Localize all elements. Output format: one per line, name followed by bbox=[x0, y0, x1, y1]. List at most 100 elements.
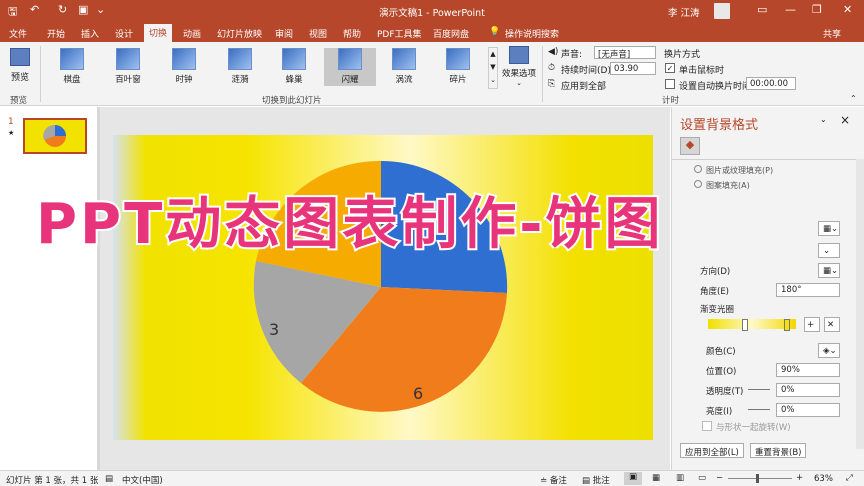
notes-button[interactable]: ≐ 备注 bbox=[540, 474, 567, 486]
direction-button[interactable]: ▦⌄ bbox=[818, 263, 840, 278]
tab-file[interactable]: 文件 bbox=[4, 25, 32, 42]
transparency-input[interactable]: 0% bbox=[776, 383, 840, 397]
angle-label: 角度(E) bbox=[700, 287, 730, 297]
status-bar: 幻灯片 第 1 张，共 1 张 ▤ 中文(中国) ≐ 备注 ▤ 批注 ▣ ▦ ▥… bbox=[0, 470, 864, 486]
divider bbox=[672, 159, 856, 160]
normal-view-icon[interactable]: ▣ bbox=[624, 472, 642, 485]
collapse-ribbon-icon[interactable]: ⌃ bbox=[850, 94, 857, 103]
slide-thumbnail[interactable] bbox=[23, 118, 87, 154]
duration-input[interactable]: 03.90 bbox=[610, 62, 656, 75]
tab-design[interactable]: 设计 bbox=[110, 25, 138, 42]
color-picker-button[interactable]: ◈⌄ bbox=[818, 343, 840, 358]
minimize-icon[interactable]: — bbox=[785, 3, 796, 16]
type-dropdown[interactable]: ⌄ bbox=[818, 243, 840, 258]
transition-ripple[interactable]: 涟漪 bbox=[216, 48, 264, 86]
preset-gradient-button[interactable]: ▦⌄ bbox=[818, 221, 840, 236]
share-button[interactable]: 共享 bbox=[818, 25, 846, 42]
angle-input[interactable]: 180° bbox=[776, 283, 840, 297]
fit-slide-icon[interactable]: ⤢ bbox=[846, 473, 853, 483]
transition-shred[interactable]: 碎片 bbox=[434, 48, 482, 86]
effect-options-button[interactable]: 效果选项 ⌄ bbox=[500, 46, 538, 87]
on-click-checkbox[interactable]: ✓ bbox=[665, 63, 675, 73]
color-label: 颜色(C) bbox=[706, 347, 736, 357]
transition-checkerboard[interactable]: 棋盘 bbox=[48, 48, 96, 86]
thumbnail-pane: 1 ★ bbox=[0, 107, 100, 470]
position-input[interactable]: 90% bbox=[776, 363, 840, 377]
add-stop-icon[interactable]: + bbox=[804, 317, 820, 332]
tab-animations[interactable]: 动画 bbox=[178, 25, 206, 42]
slide-sorter-icon[interactable]: ▦ bbox=[652, 473, 660, 483]
fill-category-icon[interactable]: ◆ bbox=[680, 137, 700, 155]
transition-glitter[interactable]: 闪耀 bbox=[324, 48, 376, 86]
remove-stop-icon[interactable]: ✕ bbox=[824, 317, 840, 332]
tab-baidu-disk[interactable]: 百度网盘 bbox=[428, 25, 474, 42]
picture-fill-radio[interactable] bbox=[694, 165, 702, 173]
tab-home[interactable]: 开始 bbox=[42, 25, 70, 42]
zoom-slider[interactable] bbox=[728, 478, 792, 479]
apply-all-icon: ⎘ bbox=[548, 79, 556, 89]
title-bar: 🖫 ↶ ↻ ▣ ⌄ 演示文稿1 - PowerPoint 李 江涛 ▭ — ❐ … bbox=[0, 0, 864, 22]
slideshow-view-icon[interactable]: ▭ bbox=[698, 473, 706, 483]
transition-vortex[interactable]: 涡流 bbox=[380, 48, 428, 86]
tab-help[interactable]: 帮助 bbox=[338, 25, 366, 42]
zoom-level[interactable]: 63% bbox=[814, 474, 833, 484]
slide-canvas: 3 6 bbox=[100, 107, 670, 470]
after-time-checkbox[interactable] bbox=[665, 79, 675, 89]
rotate-with-shape-checkbox[interactable] bbox=[702, 421, 712, 431]
gradient-stop[interactable] bbox=[784, 319, 790, 331]
after-time-input[interactable]: 00:00.00 bbox=[746, 77, 796, 90]
gallery-scroll[interactable]: ▲ ▼ ⌄ bbox=[488, 47, 498, 89]
apply-all-button[interactable]: 应用到全部(L) bbox=[680, 443, 744, 458]
panel-scrollbar[interactable] bbox=[856, 159, 864, 449]
gradient-stops-bar[interactable] bbox=[708, 319, 796, 329]
transparency-label: 透明度(T) bbox=[706, 387, 744, 397]
zoom-thumb[interactable] bbox=[756, 474, 759, 483]
tab-slideshow[interactable]: 幻灯片放映 bbox=[212, 25, 267, 42]
language-label[interactable]: 中文(中国) bbox=[122, 474, 163, 486]
pie-chart[interactable]: 3 6 bbox=[113, 135, 653, 440]
reset-background-button[interactable]: 重置背景(B) bbox=[750, 443, 807, 458]
comments-button[interactable]: ▤ 批注 bbox=[582, 474, 610, 486]
zoom-out-icon[interactable]: − bbox=[716, 473, 723, 483]
pattern-fill-radio[interactable] bbox=[694, 180, 702, 188]
tab-review[interactable]: 审阅 bbox=[270, 25, 298, 42]
tab-insert[interactable]: 插入 bbox=[76, 25, 104, 42]
apply-all-button[interactable]: 应用到全部 bbox=[561, 79, 606, 92]
transition-blinds[interactable]: 百叶窗 bbox=[104, 48, 152, 86]
position-label: 位置(O) bbox=[706, 367, 737, 377]
ribbon-display-icon[interactable]: ▭ bbox=[757, 3, 767, 16]
user-name[interactable]: 李 江涛 bbox=[668, 5, 700, 19]
blinds-icon bbox=[116, 48, 140, 70]
avatar[interactable] bbox=[714, 3, 730, 19]
checkerboard-icon bbox=[60, 48, 84, 70]
clock-icon bbox=[172, 48, 196, 70]
vortex-icon bbox=[392, 48, 416, 70]
panel-options-icon[interactable]: ⌄ bbox=[820, 115, 827, 124]
on-click-label: 单击鼠标时 bbox=[679, 66, 725, 76]
transition-honeycomb[interactable]: 蜂巢 bbox=[270, 48, 318, 86]
ripple-icon bbox=[228, 48, 252, 70]
close-icon[interactable]: ✕ bbox=[843, 3, 852, 16]
gradient-stop[interactable] bbox=[742, 319, 748, 331]
thumbnail-pie bbox=[43, 124, 66, 147]
group-preview-label: 预览 bbox=[10, 96, 28, 106]
tell-me-search[interactable]: 操作说明搜索 bbox=[500, 25, 564, 42]
slide[interactable]: 3 6 bbox=[113, 135, 653, 440]
panel-close-icon[interactable]: × bbox=[840, 113, 850, 127]
brightness-label: 亮度(I) bbox=[706, 407, 733, 417]
sound-dropdown[interactable]: [无声音] bbox=[594, 46, 656, 60]
tab-pdf-tools[interactable]: PDF工具集 bbox=[372, 25, 427, 42]
brightness-slider[interactable] bbox=[748, 409, 770, 410]
reading-view-icon[interactable]: ▥ bbox=[676, 473, 684, 483]
maximize-icon[interactable]: ❐ bbox=[812, 3, 822, 16]
transparency-slider[interactable] bbox=[748, 389, 770, 390]
transition-clock[interactable]: 时钟 bbox=[160, 48, 208, 86]
preview-button[interactable]: 预览 bbox=[6, 48, 34, 83]
spelling-icon[interactable]: ▤ bbox=[105, 474, 113, 484]
tab-view[interactable]: 视图 bbox=[304, 25, 332, 42]
data-label-orange: 6 bbox=[413, 384, 423, 403]
zoom-in-icon[interactable]: + bbox=[796, 473, 803, 483]
divider bbox=[542, 46, 543, 102]
brightness-input[interactable]: 0% bbox=[776, 403, 840, 417]
tab-transitions[interactable]: 切换 bbox=[144, 24, 173, 42]
